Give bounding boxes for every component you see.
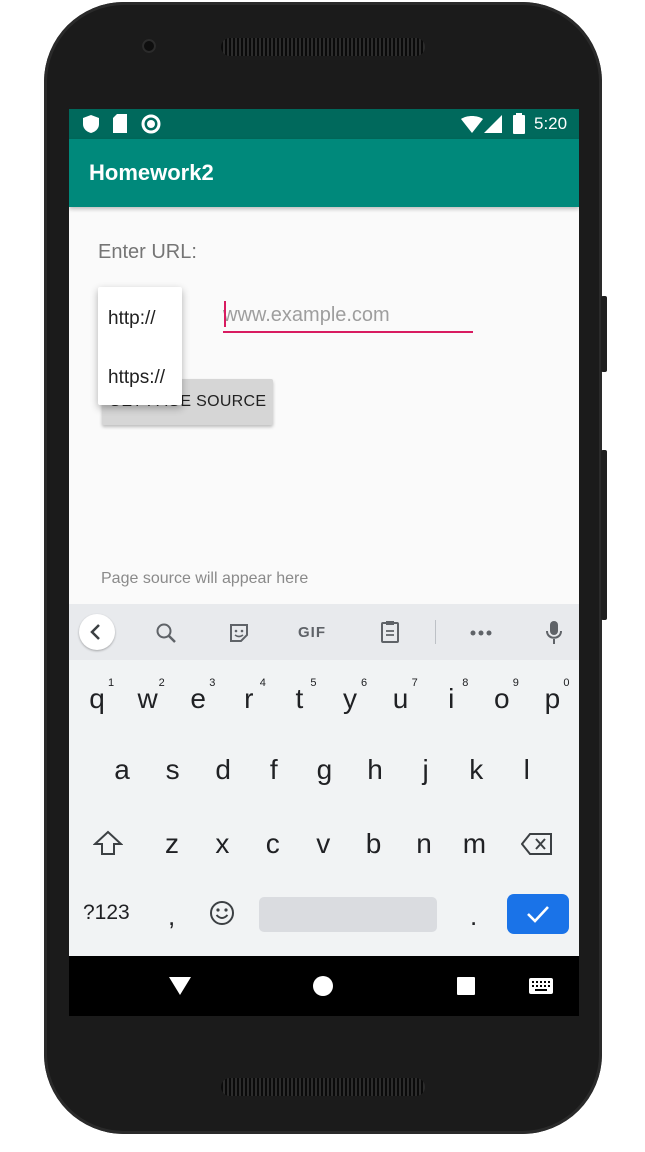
more-icon[interactable]	[470, 630, 492, 636]
key-a[interactable]: a	[102, 754, 142, 786]
key-hint-9: 9	[512, 677, 519, 689]
key-d[interactable]: d	[203, 754, 243, 786]
sd-card-icon	[113, 114, 127, 133]
key-f[interactable]: f	[254, 754, 294, 786]
volume-button	[601, 450, 607, 620]
keyboard: GIF q1w2e3r4t5y6u7i8o9p0 asdfghjkl zxcvb…	[69, 604, 579, 956]
key-n[interactable]: n	[404, 828, 444, 860]
key-x[interactable]: x	[202, 828, 242, 860]
text-cursor	[224, 301, 226, 327]
page-source-output: Page source will appear here	[101, 570, 309, 587]
key-b[interactable]: b	[354, 828, 394, 860]
key-j[interactable]: j	[406, 754, 446, 786]
battery-icon	[513, 113, 525, 134]
comma-key[interactable]: ,	[168, 901, 175, 932]
key-hint-3: 3	[209, 677, 216, 689]
key-m[interactable]: m	[454, 828, 494, 860]
bottom-speaker	[221, 1078, 425, 1096]
period-key[interactable]: .	[470, 901, 477, 932]
key-hint-4: 4	[259, 677, 266, 689]
key-hint-5: 5	[310, 677, 317, 689]
url-input[interactable]	[223, 299, 473, 333]
enter-key[interactable]	[507, 894, 569, 934]
key-l[interactable]: l	[507, 754, 547, 786]
key-g[interactable]: g	[304, 754, 344, 786]
key-k[interactable]: k	[456, 754, 496, 786]
shift-icon[interactable]	[93, 830, 123, 856]
emoji-icon[interactable]	[209, 900, 235, 926]
key-s[interactable]: s	[153, 754, 193, 786]
record-icon	[141, 114, 161, 134]
key-h[interactable]: h	[355, 754, 395, 786]
shield-icon	[83, 115, 99, 133]
protocol-option-http[interactable]: http://	[108, 308, 156, 330]
key-hint-0: 0	[563, 677, 570, 689]
wifi-icon	[461, 116, 483, 133]
protocol-dropdown[interactable]: http:// https://	[98, 287, 182, 405]
recents-nav-icon[interactable]	[457, 977, 475, 995]
top-speaker	[221, 38, 425, 56]
key-hint-7: 7	[411, 677, 418, 689]
key-v[interactable]: v	[303, 828, 343, 860]
clipboard-icon[interactable]	[379, 620, 401, 644]
key-hint-2: 2	[158, 677, 165, 689]
symbols-key[interactable]: ?123	[83, 901, 130, 925]
back-nav-icon[interactable]	[169, 977, 191, 995]
screen: 5:20 Homework2 Enter URL: GET PAGE SOURC…	[69, 109, 579, 1016]
home-nav-icon[interactable]	[313, 976, 333, 996]
keyboard-toolbar: GIF	[69, 604, 579, 660]
url-label: Enter URL:	[98, 241, 197, 263]
app-title: Homework2	[89, 160, 214, 185]
backspace-icon[interactable]	[521, 832, 553, 856]
key-c[interactable]: c	[253, 828, 293, 860]
checkmark-icon	[527, 906, 549, 923]
mic-icon[interactable]	[545, 620, 563, 646]
toolbar-divider	[435, 620, 436, 644]
key-hint-8: 8	[462, 677, 469, 689]
key-z[interactable]: z	[152, 828, 192, 860]
key-hint-1: 1	[108, 677, 115, 689]
gif-icon[interactable]: GIF	[298, 624, 326, 641]
key-hint-6: 6	[361, 677, 368, 689]
space-bar[interactable]	[259, 897, 437, 932]
status-time: 5:20	[534, 114, 568, 133]
protocol-option-https[interactable]: https://	[108, 367, 165, 389]
app-bar: Homework2	[69, 139, 579, 207]
back-icon[interactable]	[79, 614, 115, 650]
status-bar: 5:20	[69, 109, 579, 139]
search-icon[interactable]	[155, 622, 177, 644]
front-camera	[142, 39, 156, 53]
signal-icon	[484, 115, 502, 133]
navigation-bar	[69, 956, 579, 1016]
keyboard-switch-icon[interactable]	[529, 978, 553, 994]
sticker-icon[interactable]	[228, 622, 250, 644]
power-button	[601, 296, 607, 372]
